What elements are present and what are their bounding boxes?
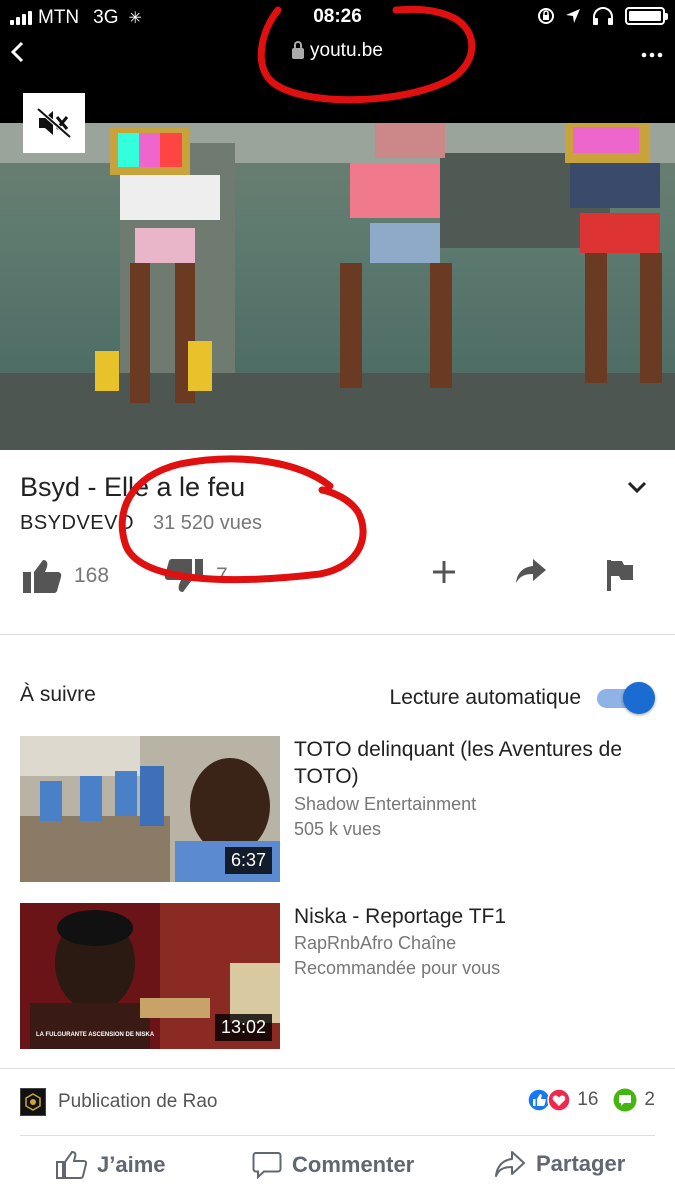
fb-like-button[interactable]: J’aime (55, 1150, 166, 1180)
comment-outline-icon (252, 1152, 282, 1180)
reactions-summary[interactable]: 16 2 (527, 1088, 655, 1112)
add-to-playlist-button[interactable] (430, 558, 458, 586)
facebook-actions: J’aime Commenter Partager (0, 1150, 675, 1190)
plus-icon (433, 561, 455, 583)
recommended-video-title[interactable]: TOTO delinquant (les Aventures de TOTO) (294, 736, 654, 790)
fb-like-label: J’aime (97, 1152, 166, 1177)
section-divider (20, 1135, 655, 1136)
fb-share-button[interactable]: Partager (494, 1150, 625, 1178)
comment-bubble-icon (613, 1088, 637, 1112)
thumbs-down-icon (164, 559, 203, 592)
thumbs-up-icon (23, 560, 62, 593)
avatar (20, 1088, 46, 1116)
address-field[interactable]: youtu.be (0, 40, 675, 62)
battery-icon (625, 7, 668, 25)
share-button[interactable] (515, 558, 547, 584)
up-next-label: À suivre (20, 683, 96, 706)
channel-name[interactable]: BSYDVEVO (20, 512, 134, 535)
dislike-button[interactable]: 7 (164, 558, 228, 594)
section-divider (0, 1068, 675, 1069)
flag-icon (607, 560, 633, 591)
like-count: 168 (74, 564, 110, 587)
reactions-count: 16 (577, 1089, 599, 1110)
recommended-video-title[interactable]: Niska - Reportage TF1 (294, 903, 654, 930)
url-bar: youtu.be (0, 34, 675, 101)
video-title: Bsyd - Elle a le feu (20, 472, 246, 502)
share-arrow-icon (516, 559, 546, 583)
love-reaction-icon (547, 1088, 572, 1112)
more-dots-icon (641, 52, 663, 58)
toggle-knob (623, 682, 655, 714)
report-button[interactable] (605, 558, 635, 592)
video-player[interactable] (0, 70, 675, 450)
status-bar: MTN 3G ✳ 08:26 (0, 0, 675, 34)
headphones-icon (593, 7, 613, 25)
fb-share-label: Partager (536, 1151, 626, 1176)
section-divider (0, 634, 675, 635)
autoplay-toggle[interactable] (595, 682, 657, 714)
video-scene-image (0, 123, 675, 450)
mute-button[interactable] (23, 93, 85, 153)
recommended-video[interactable]: 6:37 TOTO delinquant (les Aventures de T… (20, 736, 660, 882)
video-frame (0, 123, 675, 450)
fb-comment-button[interactable]: Commenter (252, 1150, 414, 1180)
location-arrow-icon (566, 9, 580, 23)
fb-comment-label: Commenter (292, 1152, 415, 1177)
url-text: youtu.be (310, 40, 383, 61)
recommended-video-channel: Shadow Entertainment (294, 794, 477, 814)
thumbs-up-outline-icon (56, 1150, 87, 1179)
expand-description-button[interactable] (627, 480, 647, 499)
recommended-video-reason: Recommandée pour vous (294, 958, 501, 978)
video-thumbnail[interactable]: 6:37 (20, 736, 280, 882)
recommended-video-views: 505 k vues (294, 819, 382, 839)
more-menu-button[interactable] (641, 38, 663, 64)
publication-label: Publication de Rao (58, 1091, 218, 1112)
lock-icon (292, 41, 305, 59)
comments-count: 2 (644, 1089, 655, 1110)
recommended-video[interactable]: LA FULGURANTE ASCENSION DE NISKA 13:02 N… (20, 903, 660, 1049)
autoplay-label: Lecture automatique (389, 686, 581, 709)
status-right (537, 6, 668, 26)
channel-logo-icon (25, 1093, 41, 1111)
orientation-lock-icon (538, 8, 554, 24)
video-duration: 6:37 (224, 847, 272, 874)
recommended-video-channel: RapRnbAfro Chaîne (294, 933, 457, 953)
speaker-muted-icon (37, 108, 71, 138)
view-count: 31 520 vues (153, 512, 262, 534)
video-duration: 13:02 (214, 1014, 272, 1041)
publication-source[interactable]: Publication de Rao (20, 1088, 218, 1116)
video-thumbnail[interactable]: LA FULGURANTE ASCENSION DE NISKA 13:02 (20, 903, 280, 1049)
chevron-down-icon (627, 481, 647, 494)
like-button[interactable]: 168 (22, 558, 109, 594)
dislike-count: 7 (216, 564, 228, 587)
video-actions: 168 7 (0, 558, 675, 598)
share-outline-icon (495, 1151, 525, 1177)
thumbnail-caption: LA FULGURANTE ASCENSION DE NISKA (36, 1032, 155, 1038)
